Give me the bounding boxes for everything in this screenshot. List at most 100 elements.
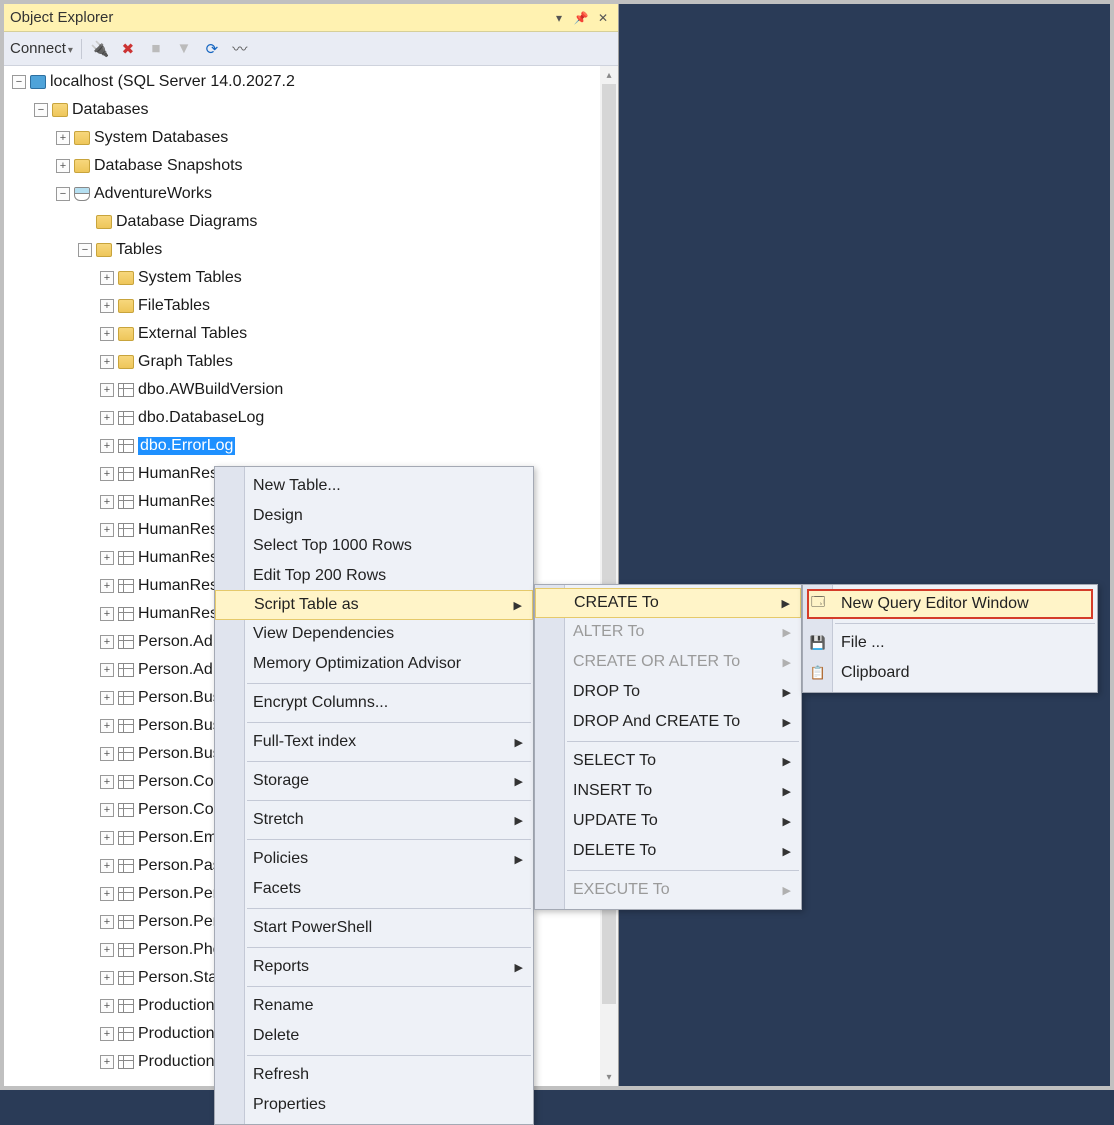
menu-item-drop[interactable]: DROP To▶ <box>535 677 801 707</box>
tree-node-snapshots[interactable]: +Database Snapshots <box>4 152 618 180</box>
menu-item-policies[interactable]: Policies▶ <box>215 844 533 874</box>
tree-node-label: HumanRes <box>138 493 218 511</box>
menu-item-newquery[interactable]: 🗔New Query Editor Window <box>803 589 1097 619</box>
menu-item-viewdep[interactable]: View Dependencies <box>215 619 533 649</box>
tree-node-label: Person.Bus <box>138 717 221 735</box>
menu-item-stretch[interactable]: Stretch▶ <box>215 805 533 835</box>
stop-icon[interactable]: ■ <box>146 39 166 59</box>
menu-item-label: Delete <box>253 1027 299 1045</box>
chevron-right-icon: ▶ <box>783 626 791 639</box>
tree-node-label: Person.Co <box>138 801 214 819</box>
refresh-icon[interactable]: ⟳ <box>202 39 222 59</box>
filter-icon[interactable]: ▼ <box>174 39 194 59</box>
tree-node-label: Person.Sta <box>138 969 217 987</box>
menu-item-storage[interactable]: Storage▶ <box>215 766 533 796</box>
tree-node-table[interactable]: +dbo.DatabaseLog <box>4 404 618 432</box>
plug-icon[interactable]: 🔌 <box>90 39 110 59</box>
menu-item-fulltext[interactable]: Full-Text index▶ <box>215 727 533 757</box>
chevron-right-icon: ▶ <box>783 845 791 858</box>
menu-item-facets[interactable]: Facets <box>215 874 533 904</box>
menu-item-label: Rename <box>253 997 313 1015</box>
chevron-right-icon: ▶ <box>783 656 791 669</box>
menu-item-selecttop[interactable]: Select Top 1000 Rows <box>215 531 533 561</box>
tree-node-label: dbo.AWBuildVersion <box>138 381 283 399</box>
table-icon <box>118 663 134 677</box>
scroll-up-icon[interactable]: ▴ <box>600 66 618 84</box>
menu-item-label: DELETE To <box>573 842 656 860</box>
tree-node-sysdb[interactable]: +System Databases <box>4 124 618 152</box>
submenu-create-to: 🗔New Query Editor Window 💾 File ... 📋Clipbo… <box>802 584 1098 693</box>
table-icon <box>118 999 134 1013</box>
menu-item-properties[interactable]: Properties <box>215 1090 533 1120</box>
close-icon[interactable]: ✕ <box>594 9 612 27</box>
menu-item-insert[interactable]: INSERT To▶ <box>535 776 801 806</box>
folder-icon <box>118 271 134 285</box>
tree-node-label: Production <box>138 1053 215 1071</box>
menu-item-design[interactable]: Design <box>215 501 533 531</box>
tree-node-tables[interactable]: −Tables <box>4 236 618 264</box>
menu-item-reports[interactable]: Reports▶ <box>215 952 533 982</box>
table-icon <box>118 887 134 901</box>
tree-node-graphtables[interactable]: +Graph Tables <box>4 348 618 376</box>
tree-node-label: Person.Ad <box>138 661 213 679</box>
menu-item-delete[interactable]: Delete <box>215 1021 533 1051</box>
folder-icon <box>118 327 134 341</box>
menu-item-file[interactable]: 💾 File ... <box>803 628 1097 658</box>
tree-node-databases[interactable]: −Databases <box>4 96 618 124</box>
tree-node-systables[interactable]: +System Tables <box>4 264 618 292</box>
tree-node-label: Person.Bus <box>138 745 221 763</box>
tree-node-adventureworks[interactable]: −AdventureWorks <box>4 180 618 208</box>
tree-node-label: Person.Co <box>138 773 214 791</box>
dropdown-icon[interactable]: ▾ <box>550 9 568 27</box>
table-icon <box>118 411 134 425</box>
vertical-scrollbar[interactable]: ▴ ▾ <box>600 66 618 1086</box>
connect-button[interactable]: Connect <box>10 40 73 57</box>
menu-item-label: Memory Optimization Advisor <box>253 655 461 673</box>
tree-node-label: HumanRes <box>138 549 218 567</box>
panel-title: Object Explorer <box>10 9 113 26</box>
menu-item-encrypt[interactable]: Encrypt Columns... <box>215 688 533 718</box>
activity-icon[interactable]: 〰 <box>230 39 250 59</box>
menu-item-memopt[interactable]: Memory Optimization Advisor <box>215 649 533 679</box>
tree-node-exttables[interactable]: +External Tables <box>4 320 618 348</box>
scroll-down-icon[interactable]: ▾ <box>600 1068 618 1086</box>
file-icon: 💾 <box>809 634 827 652</box>
table-icon <box>118 803 134 817</box>
menu-item-script[interactable]: Script Table as▶ <box>215 590 533 620</box>
tree-node-server[interactable]: −localhost (SQL Server 14.0.2027.2 <box>4 68 618 96</box>
disconnect-icon[interactable]: ✖ <box>118 39 138 59</box>
tree-node-diagrams[interactable]: Database Diagrams <box>4 208 618 236</box>
menu-item-create[interactable]: CREATE To▶ <box>535 588 801 618</box>
menu-item-label: Select Top 1000 Rows <box>253 537 412 555</box>
tree-node-filetables[interactable]: +FileTables <box>4 292 618 320</box>
menu-item-label: Facets <box>253 880 301 898</box>
tree-node-label: Person.Per <box>138 885 218 903</box>
menu-item-rename[interactable]: Rename <box>215 991 533 1021</box>
tree-node-table[interactable]: +dbo.ErrorLog <box>4 432 618 460</box>
menu-item-update[interactable]: UPDATE To▶ <box>535 806 801 836</box>
menu-item-refresh[interactable]: Refresh <box>215 1060 533 1090</box>
menu-item-dropcreate[interactable]: DROP And CREATE To▶ <box>535 707 801 737</box>
menu-item-label: Policies <box>253 850 308 868</box>
menu-item-newtable[interactable]: New Table... <box>215 471 533 501</box>
menu-item-clipboard[interactable]: 📋Clipboard <box>803 658 1097 688</box>
submenu-script-table-as: CREATE To▶ALTER To▶CREATE OR ALTER To▶DR… <box>534 584 802 910</box>
table-icon <box>118 831 134 845</box>
tree-node-label: HumanRes <box>138 521 218 539</box>
menu-item-edittop[interactable]: Edit Top 200 Rows <box>215 561 533 591</box>
pin-icon[interactable]: 📌 <box>572 9 590 27</box>
menu-item-label: File ... <box>841 634 885 652</box>
chevron-right-icon: ▶ <box>783 815 791 828</box>
menu-item-label: Refresh <box>253 1066 309 1084</box>
menu-item-select[interactable]: SELECT To▶ <box>535 746 801 776</box>
menu-item-powershell[interactable]: Start PowerShell <box>215 913 533 943</box>
tree-node-label: Production <box>138 997 215 1015</box>
folder-icon <box>96 243 112 257</box>
tree-node-label: HumanRes <box>138 577 218 595</box>
menu-item-deleteto[interactable]: DELETE To ▶ <box>535 836 801 866</box>
tree-node-table[interactable]: +dbo.AWBuildVersion <box>4 376 618 404</box>
chevron-right-icon: ▶ <box>515 814 523 827</box>
chevron-right-icon: ▶ <box>783 686 791 699</box>
table-icon <box>118 775 134 789</box>
menu-item-label: Full-Text index <box>253 733 356 751</box>
